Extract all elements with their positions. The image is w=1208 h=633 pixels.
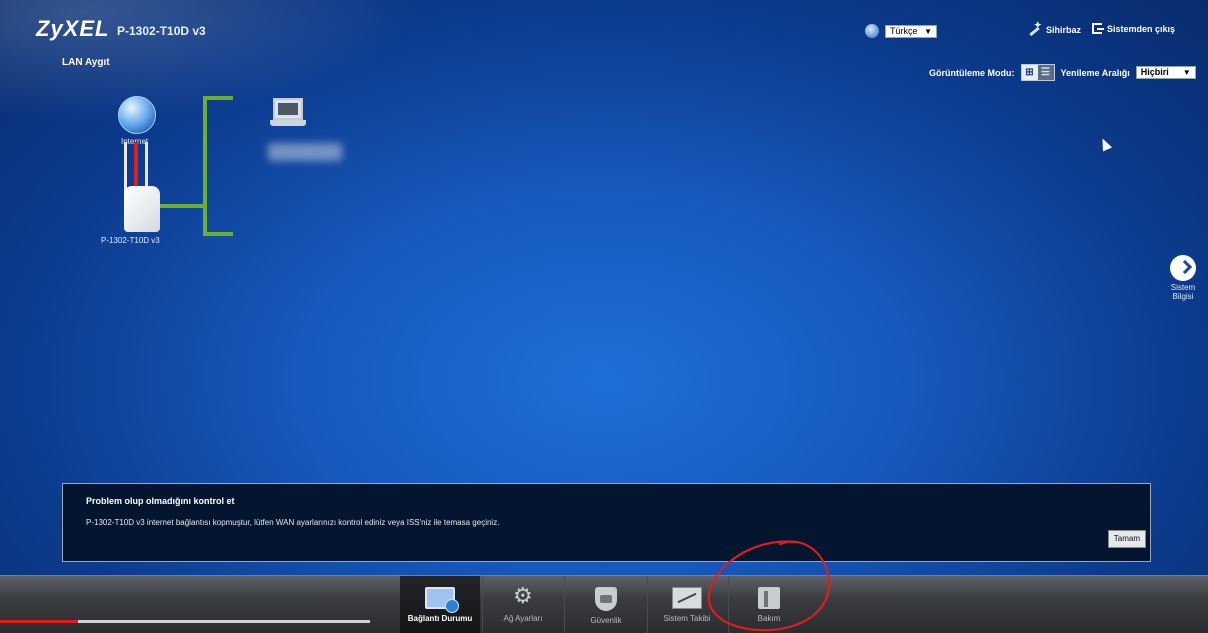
lan-link-line [160, 204, 205, 208]
ok-button[interactable]: Tamam [1107, 530, 1146, 548]
laptop-base [270, 120, 306, 126]
topology-view-icon[interactable]: ⊞ [1022, 65, 1038, 80]
alert-dialog: Problem olup olmadığını kontrol et P-130… [62, 483, 1151, 562]
chart-icon [672, 587, 702, 609]
wand-icon [1027, 20, 1042, 37]
mouse-cursor-icon [1097, 136, 1113, 152]
nav-connection-status[interactable]: Bağlantı Durumu [400, 576, 480, 633]
logout-label: Sistemden çıkış [1107, 23, 1176, 34]
list-view-icon[interactable]: ☰ [1037, 65, 1054, 80]
monitor-icon [425, 587, 459, 613]
language-picker: Türkçe ▼ [865, 24, 937, 38]
alert-title: Problem olup olmadığını kontrol et [86, 496, 235, 506]
nav-label: Ağ Ayarları [503, 614, 543, 623]
view-mode-toggle[interactable]: ⊞ ☰ [1020, 64, 1055, 81]
bottom-nav-bar: Bağlantı Durumu Ağ Ayarları Güvenlik Sis… [0, 575, 1208, 633]
model-name: P-1302-T10D v3 [117, 24, 206, 38]
lan-bracket-top [203, 96, 233, 100]
nav-separator [564, 576, 565, 633]
globe-icon [865, 24, 879, 38]
nav-maintenance[interactable]: Bakım [729, 576, 809, 633]
nav-label: Güvenlik [590, 616, 622, 625]
view-mode-label: Görüntüleme Modu: [929, 67, 1015, 78]
shield-icon [595, 587, 617, 611]
system-info-button[interactable]: Sistem Bilgisi [1166, 255, 1200, 301]
nav-security[interactable]: Güvenlik [566, 576, 646, 633]
wizard-label: Sihirbaz [1046, 25, 1082, 35]
language-select-value: Türkçe [890, 25, 918, 36]
brand-logo: ZyXEL [36, 16, 110, 41]
nav-network-settings[interactable]: Ağ Ayarları [483, 576, 563, 633]
video-progress-bar[interactable] [0, 620, 370, 623]
cog-icon [508, 583, 538, 609]
nav-label: Bağlantı Durumu [407, 614, 473, 623]
refresh-select[interactable]: Hiçbiri ▼ [1135, 66, 1196, 79]
nav-label: Bakım [757, 614, 781, 623]
refresh-label: Yenileme Aralığı [1060, 67, 1130, 78]
laptop-screen [273, 98, 303, 120]
nav-label: Sistem Takibi [663, 614, 711, 623]
page-title: LAN Aygıt [62, 57, 110, 68]
view-mode-bar: Görüntüleme Modu: ⊞ ☰ Yenileme Aralığı H… [929, 64, 1196, 81]
lan-bracket-bottom [203, 232, 233, 236]
chevron-down-icon: ▼ [924, 26, 932, 36]
lan-bracket [203, 96, 207, 235]
logout-icon [1092, 23, 1104, 34]
arrow-right-icon [1170, 255, 1196, 281]
nav-system-monitor[interactable]: Sistem Takibi [647, 576, 727, 633]
video-progress-fill [0, 620, 78, 623]
blurred-device-name [268, 143, 342, 161]
router-label: P-1302-T10D v3 [101, 236, 160, 245]
refresh-select-value: Hiçbiri [1140, 67, 1169, 77]
laptop-icon[interactable] [270, 98, 306, 126]
system-info-label: Sistem Bilgisi [1170, 283, 1196, 301]
internet-globe-icon[interactable] [118, 96, 156, 134]
tools-icon [758, 587, 780, 609]
logout-link[interactable]: Sistemden çıkış [1092, 23, 1175, 34]
chevron-down-icon: ▼ [1182, 68, 1191, 77]
wizard-link[interactable]: Sihirbaz [1027, 20, 1082, 37]
language-select[interactable]: Türkçe ▼ [885, 24, 937, 38]
alert-message: P-1302-T10D v3 internet bağlantısı kopmu… [86, 518, 500, 527]
router-icon[interactable] [124, 186, 160, 232]
